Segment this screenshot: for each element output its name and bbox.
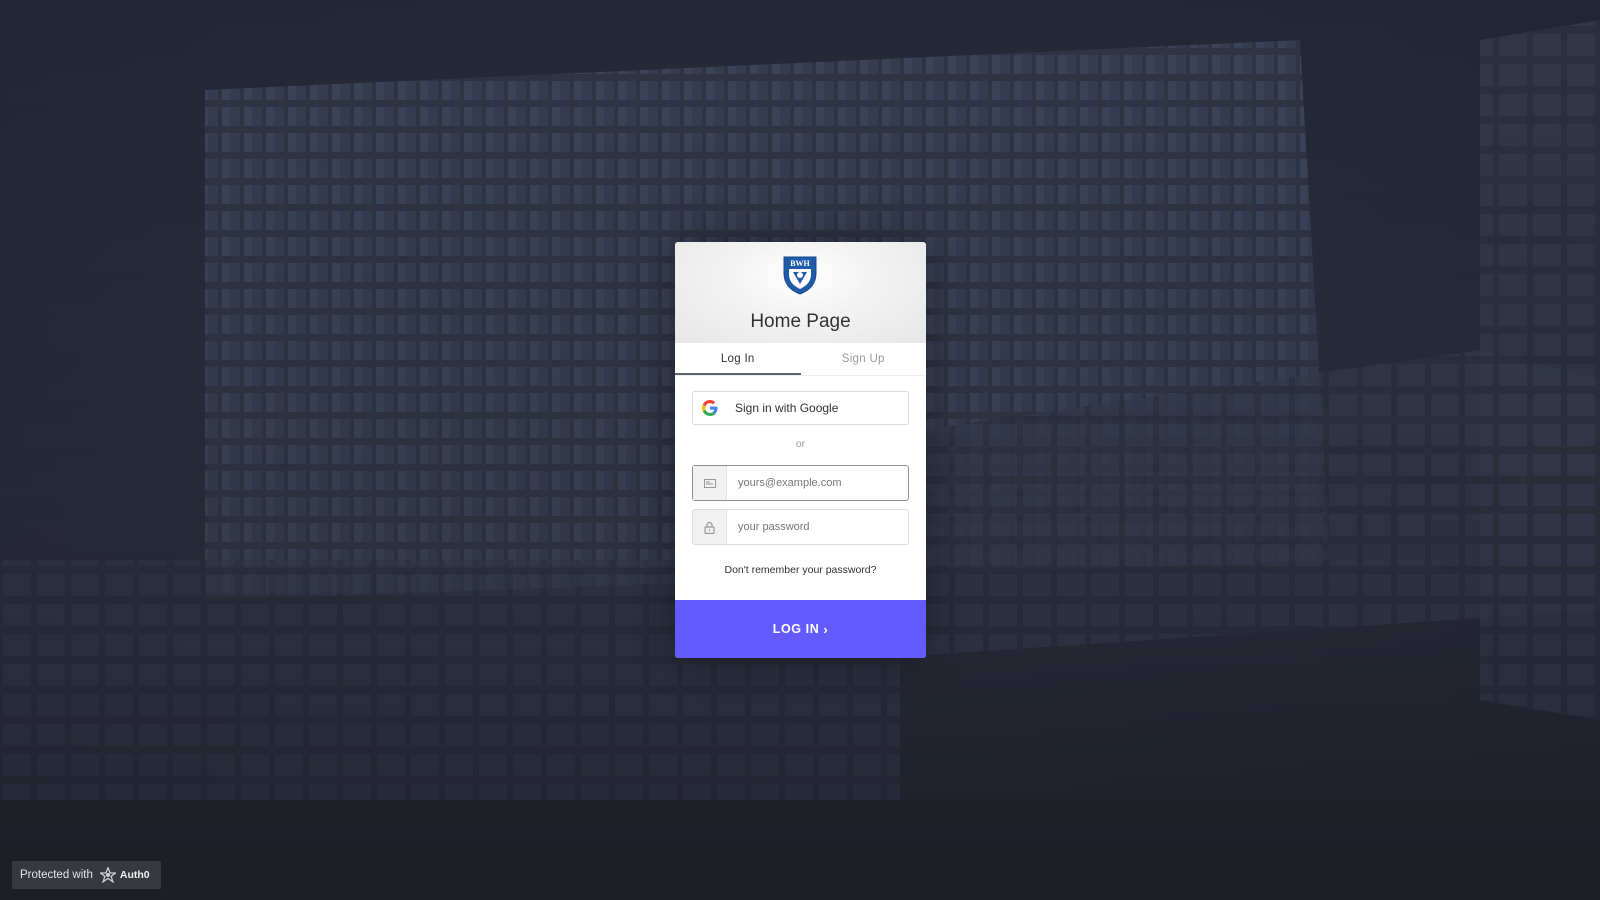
forgot-password-link[interactable]: Don't remember your password?: [692, 564, 909, 576]
card-header: BWH Home Page: [675, 242, 926, 343]
form-body: Sign in with Google or yours@example.com…: [675, 376, 926, 576]
lock-icon: [693, 510, 727, 544]
login-submit-label: LOG IN: [772, 622, 820, 636]
google-icon: [702, 400, 718, 416]
logo-text: BWH: [790, 259, 810, 268]
auth0-star-icon: [99, 867, 116, 883]
password-input[interactable]: [727, 510, 908, 544]
google-signin-label: Sign in with Google: [735, 401, 839, 415]
google-signin-button[interactable]: Sign in with Google: [692, 391, 909, 425]
or-separator: or: [795, 438, 806, 450]
tab-log-in[interactable]: Log In: [675, 343, 801, 375]
badge-prefix: Protected with: [20, 869, 93, 881]
chevron-right-icon: ›: [823, 621, 829, 637]
email-field: [692, 465, 909, 501]
envelope-icon: [693, 466, 727, 500]
tab-sign-up[interactable]: Sign Up: [801, 343, 927, 375]
login-card: BWH Home Page Log In Sign Up Sign in wit…: [675, 242, 926, 658]
bwh-shield-logo: BWH: [783, 256, 817, 295]
email-input[interactable]: [727, 466, 908, 500]
password-field: [692, 509, 909, 545]
login-submit-button[interactable]: LOG IN ›: [675, 600, 926, 658]
protected-with-auth0-badge[interactable]: Protected with Auth0: [12, 861, 161, 889]
page-title: Home Page: [750, 311, 851, 332]
badge-brand: Auth0: [119, 869, 150, 881]
auth-tabs: Log In Sign Up: [675, 343, 926, 376]
